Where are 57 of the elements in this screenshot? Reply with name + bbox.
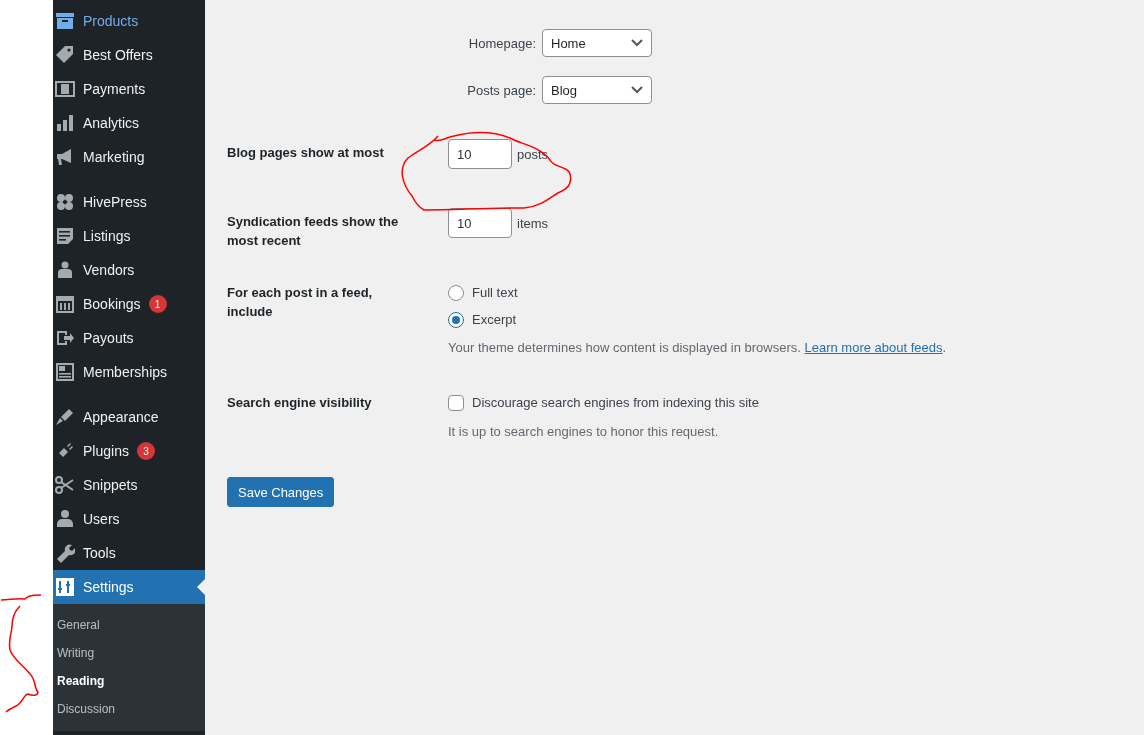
count-badge: 3 [136,442,155,460]
submenu-item[interactable]: Writing [53,639,205,667]
number-field[interactable]: 10 [448,139,512,169]
sidebar-item[interactable]: Analytics [53,106,205,140]
checkbox-label: Discourage search engines from indexing this site [472,395,759,410]
menu-icon [55,509,75,529]
submenu-item[interactable]: General [53,611,205,639]
checkbox[interactable] [448,394,464,411]
sidebar-item[interactable]: Settings [53,570,205,604]
menu-icon [55,79,75,99]
sidebar-item[interactable]: Users [53,502,205,536]
radio-button[interactable] [448,284,464,301]
menu-icon [55,328,75,348]
menu-icon [55,294,75,314]
sidebar-item[interactable]: Products [53,4,205,38]
field-label: For each post in a feed, include [227,284,374,321]
sidebar-item[interactable]: Snippets [53,468,205,502]
field-label: Search engine visibility [227,394,373,412]
unit-label: items [517,215,549,231]
menu-icon [55,113,75,133]
description-text: Your theme determines how content is displayed in browsers. Learn more about feeds. [448,340,948,355]
menu-icon [55,407,75,427]
page-select[interactable]: Blog [542,76,652,104]
menu-icon [55,475,75,495]
menu-icon [55,260,75,280]
sidebar-item[interactable]: Plugins 3 [53,434,205,468]
chevron-down-icon [631,86,643,94]
field-label: Blog pages show at most [227,144,385,162]
radio-label: Excerpt [472,312,517,327]
sidebar-item[interactable]: Payments [53,72,205,106]
submenu-item[interactable]: Reading [53,667,205,695]
sidebar-item[interactable]: HivePress [53,185,205,219]
sidebar-item[interactable]: Marketing [53,140,205,174]
learn-more-link[interactable]: Learn more about feeds [804,340,943,355]
submenu-item[interactable]: Discussion [53,695,205,723]
field-label: Syndication feeds show the most recent [227,213,400,250]
select-label: Homepage: [468,35,536,51]
description-text: It is up to search engines to honor this request. [448,424,720,439]
sidebar-item[interactable]: Appearance [53,400,205,434]
radio-label: Full text [472,285,518,300]
sidebar-item[interactable]: Vendors [53,253,205,287]
page-select[interactable]: Home [542,29,652,57]
menu-icon [55,362,75,382]
menu-icon [55,543,75,563]
sidebar-item[interactable]: Tools [53,536,205,570]
sidebar-item[interactable]: Memberships [53,355,205,389]
number-field[interactable]: 10 [448,208,512,238]
sidebar-item[interactable]: Payouts [53,321,205,355]
sidebar-item[interactable]: Bookings 1 [53,287,205,321]
select-label: Posts page: [467,82,536,98]
save-button[interactable]: Save Changes [227,477,335,507]
count-badge: 1 [148,295,167,313]
sidebar-item[interactable]: Listings [53,219,205,253]
sidebar-item[interactable]: Best Offers [53,38,205,72]
menu-icon [55,577,75,597]
chevron-down-icon [631,39,643,47]
radio-button[interactable] [448,311,464,328]
